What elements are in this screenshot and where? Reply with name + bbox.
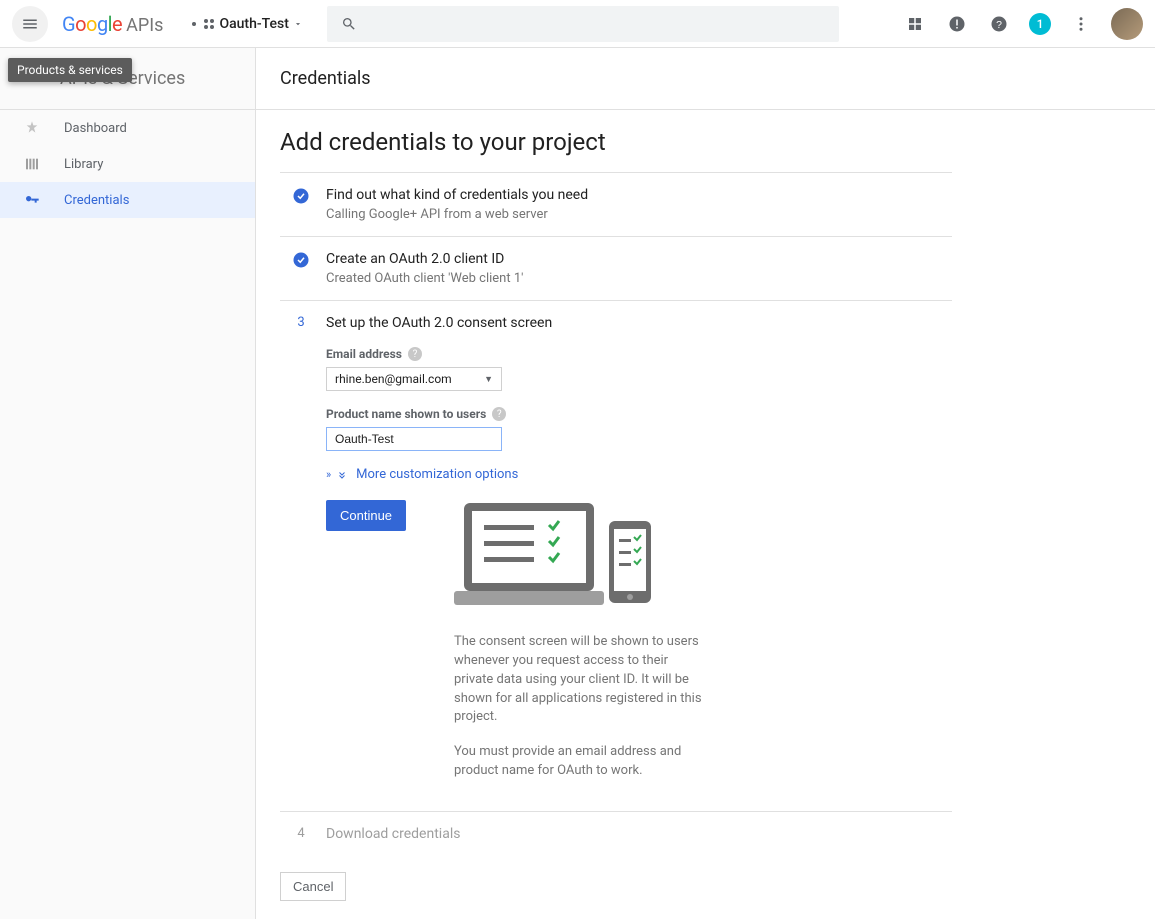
logo[interactable]: Google APIs xyxy=(62,12,163,36)
top-bar: Products & services Google APIs Oauth-Te… xyxy=(0,0,1155,48)
menu-tooltip: Products & services xyxy=(8,58,132,82)
menu-button[interactable] xyxy=(12,6,48,42)
help-icon[interactable]: ? xyxy=(408,347,422,361)
project-icon xyxy=(191,21,197,27)
email-select[interactable]: rhine.ben@gmail.com ▼ xyxy=(326,367,502,391)
step-2: Create an OAuth 2.0 client ID Created OA… xyxy=(280,237,952,301)
layout: RPI APIs & Services Dashboard Library Cr… xyxy=(0,48,1155,919)
hamburger-icon xyxy=(21,15,39,33)
google-logo: Google xyxy=(62,12,122,36)
chevron-down-icon: ▼ xyxy=(484,374,493,385)
sidebar-item-credentials[interactable]: Credentials xyxy=(0,182,255,218)
main: Credentials Add credentials to your proj… xyxy=(256,48,1155,919)
consent-info: The consent screen will be shown to user… xyxy=(454,633,702,781)
sidebar-item-label: Credentials xyxy=(64,193,129,208)
step-list: Find out what kind of credentials you ne… xyxy=(280,172,952,860)
consent-illustration xyxy=(454,503,942,613)
page-title: Credentials xyxy=(280,68,371,89)
chevron-down-icon xyxy=(293,19,303,29)
search-icon xyxy=(341,16,357,32)
step-title: Set up the OAuth 2.0 consent screen xyxy=(326,315,942,331)
topbar-actions: ? 1 xyxy=(903,8,1143,40)
step-4: 4 Download credentials xyxy=(280,812,952,860)
sidebar-item-label: Library xyxy=(64,157,103,172)
step-title: Find out what kind of credentials you ne… xyxy=(326,187,942,203)
search-input[interactable] xyxy=(367,16,825,32)
sidebar-item-label: Dashboard xyxy=(64,121,127,136)
sidebar: RPI APIs & Services Dashboard Library Cr… xyxy=(0,48,256,919)
dashboard-icon xyxy=(22,118,42,138)
email-label: Email address ? xyxy=(326,347,942,361)
product-label: Product name shown to users ? xyxy=(326,407,942,421)
consent-info-text-1: The consent screen will be shown to user… xyxy=(454,633,702,727)
double-chevron-icon: » xyxy=(326,468,328,481)
step-number: 3 xyxy=(292,315,310,797)
email-value: rhine.ben@gmail.com xyxy=(335,372,452,386)
search-box[interactable] xyxy=(327,6,839,42)
library-icon xyxy=(22,154,42,174)
content-heading: Add credentials to your project xyxy=(280,128,952,156)
step-number: 4 xyxy=(292,826,310,846)
step-subtitle: Calling Google+ API from a web server xyxy=(326,207,942,222)
gift-icon[interactable] xyxy=(903,12,927,36)
step-title: Create an OAuth 2.0 client ID xyxy=(326,251,942,267)
svg-text:?: ? xyxy=(996,18,1002,30)
cancel-button[interactable]: Cancel xyxy=(280,872,346,901)
step-1: Find out what kind of credentials you ne… xyxy=(280,173,952,237)
key-icon xyxy=(22,190,42,210)
help-icon[interactable]: ? xyxy=(987,12,1011,36)
apis-label: APIs xyxy=(126,15,163,36)
expand-icon xyxy=(336,469,348,481)
help-icon[interactable]: ? xyxy=(492,407,506,421)
project-name: Oauth-Test xyxy=(219,16,288,32)
product-name-input[interactable] xyxy=(326,427,502,451)
step-3: 3 Set up the OAuth 2.0 consent screen Em… xyxy=(280,301,952,812)
more-options-link[interactable]: » More customization options xyxy=(326,467,942,482)
project-selector[interactable]: Oauth-Test xyxy=(191,16,302,32)
notification-badge[interactable]: 1 xyxy=(1029,13,1051,35)
continue-button[interactable]: Continue xyxy=(326,500,406,531)
avatar[interactable] xyxy=(1111,8,1143,40)
alert-icon[interactable] xyxy=(945,12,969,36)
sidebar-item-dashboard[interactable]: Dashboard xyxy=(0,110,255,146)
check-icon xyxy=(292,251,310,269)
content: Add credentials to your project Find out… xyxy=(256,110,976,919)
page-header: Credentials xyxy=(256,48,1155,110)
check-icon xyxy=(292,187,310,205)
step-subtitle: Created OAuth client 'Web client 1' xyxy=(326,271,942,286)
consent-info-text-2: You must provide an email address and pr… xyxy=(454,743,702,781)
more-icon[interactable] xyxy=(1069,12,1093,36)
step-title: Download credentials xyxy=(326,826,942,842)
sidebar-item-library[interactable]: Library xyxy=(0,146,255,182)
